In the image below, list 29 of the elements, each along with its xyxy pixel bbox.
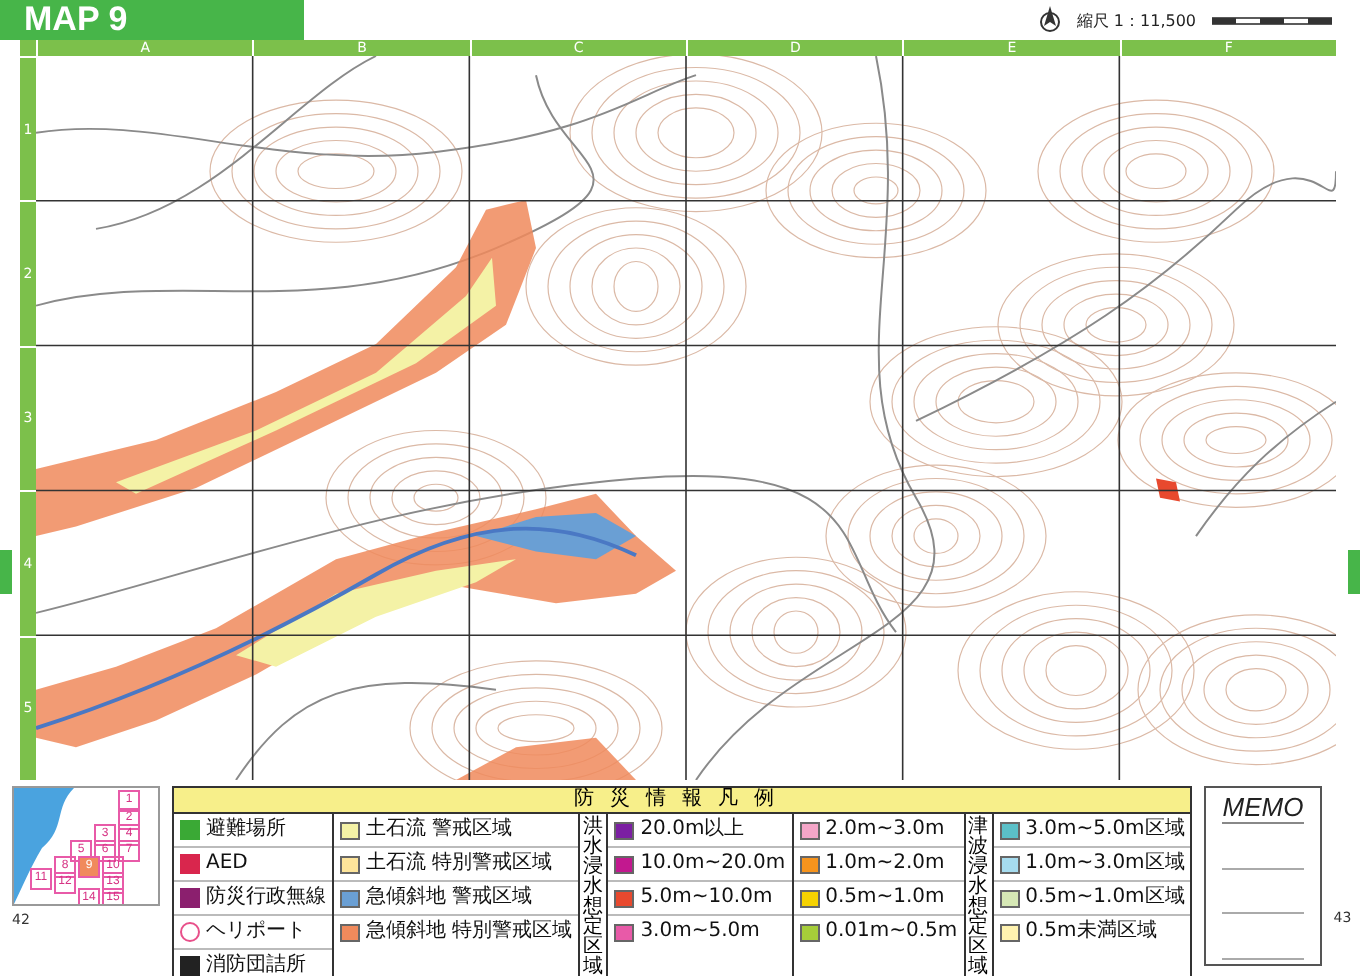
legend-label: 0.5m~1.0m区域 <box>1025 886 1185 910</box>
legend-label: AED <box>206 852 248 876</box>
legend-label: 防災行政無線 <box>206 886 326 910</box>
legend-group-label: 洪水浸水想定区域 <box>580 814 609 976</box>
map-scale: 縮尺 1：11,500 <box>1076 9 1196 31</box>
legend-label: 3.0m~5.0m <box>640 920 760 944</box>
legend-label: 20.0m以上 <box>640 818 745 842</box>
legend-label: ヘリポート <box>206 920 306 944</box>
legend-label: 10.0m~20.0m <box>640 852 786 876</box>
legend-title: 防災情報凡例 <box>174 788 1191 814</box>
legend-label: 5.0m~10.0m <box>640 886 773 910</box>
legend-label: 3.0m~5.0m区域 <box>1025 818 1185 842</box>
legend-group-label: 津波浸水想定区域 <box>965 814 994 976</box>
legend-label: 急傾斜地 警戒区域 <box>366 886 533 910</box>
legend-label: 1.0m~3.0m区域 <box>1025 852 1185 876</box>
legend-label: 消防団詰所 <box>206 954 306 976</box>
legend-label: 急傾斜地 特別警戒区域 <box>366 920 573 944</box>
scale-bar-icon <box>1212 14 1332 26</box>
memo-title: MEMO <box>1222 792 1304 824</box>
legend-label: 0.5m未満区域 <box>1025 920 1157 944</box>
legend-label: 土石流 特別警戒区域 <box>366 852 553 876</box>
legend-label: 土石流 警戒区域 <box>366 818 513 842</box>
legend-label: 2.0m~3.0m <box>825 818 945 842</box>
legend-label: 避難場所 <box>206 818 286 842</box>
sea-drawing <box>14 788 74 904</box>
legend-label: 0.01m~0.5m <box>825 920 958 944</box>
legend-label: 1.0m~2.0m <box>825 852 945 876</box>
map-title: MAP 9 <box>0 0 304 40</box>
legend-label: 0.5m~1.0m <box>825 886 945 910</box>
